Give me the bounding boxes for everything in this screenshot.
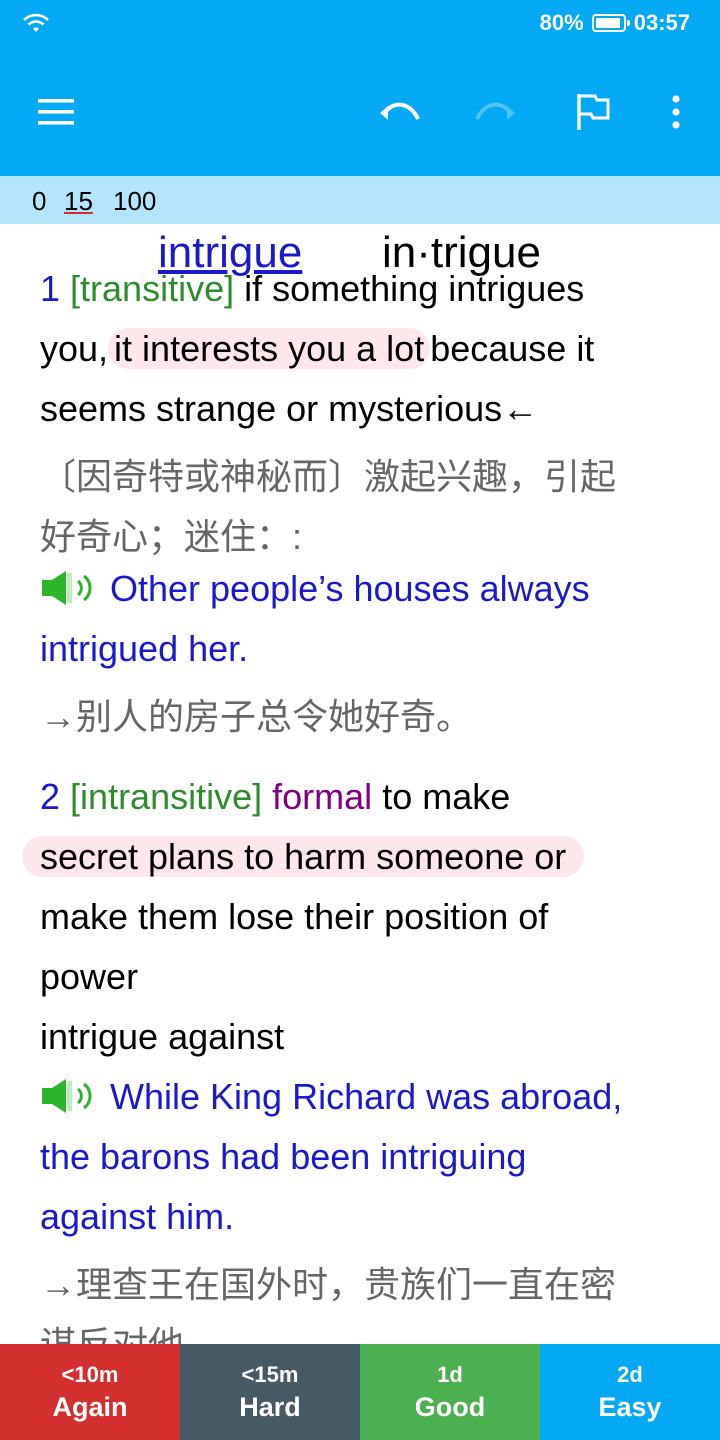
battery-icon — [591, 14, 630, 32]
speaker-icon[interactable] — [40, 1077, 100, 1115]
card-counts: 0 15 100 — [0, 176, 720, 224]
sense-2-example-line2: the barons had been intriguing — [40, 1136, 527, 1177]
redo-icon[interactable] — [470, 87, 520, 137]
card-content[interactable]: intrigue in·trigue 1 [transitive] if som… — [0, 224, 720, 1344]
sense-1-translation-line2: 好奇心；迷住：: — [40, 516, 303, 557]
sense-1-example-translation: →别人的房子总令她好奇。 — [40, 696, 473, 737]
speaker-icon[interactable] — [40, 569, 100, 607]
definition-text: you, — [40, 328, 109, 369]
good-label: Good — [414, 1391, 486, 1422]
good-button[interactable]: 1d Good — [360, 1344, 540, 1440]
sense-1-definition: 1 [transitive] if something intrigues — [40, 268, 584, 310]
definition-text: because it — [430, 328, 595, 369]
app-toolbar — [0, 50, 720, 176]
menu-icon[interactable] — [31, 87, 81, 137]
sense-2-example-translation: →理查王在国外时，贵族们一直在密 — [40, 1264, 617, 1305]
wifi-icon — [23, 13, 49, 32]
undo-icon[interactable] — [375, 87, 425, 137]
again-label: Again — [52, 1391, 128, 1422]
sense-number: 1 — [40, 268, 61, 309]
again-button[interactable]: <10m Again — [0, 1344, 180, 1440]
sense-number: 2 — [40, 776, 61, 817]
sense-1-definition-line3: seems strange or mysterious← — [40, 388, 539, 429]
learning-count: 15 — [64, 186, 93, 216]
definition-text: if something intrigues — [234, 268, 585, 309]
example-text: Other people’s houses always — [110, 568, 590, 609]
flag-icon[interactable] — [568, 87, 618, 137]
sense-1-example: Other people’s houses always — [40, 568, 590, 610]
example-text: While King Richard was abroad, — [110, 1076, 623, 1117]
review-count: 100 — [113, 186, 157, 216]
sense-2-phrase: intrigue against — [40, 1016, 285, 1057]
easy-label: Easy — [598, 1391, 662, 1422]
sense-2-definition-line3: make them lose their position of — [40, 896, 549, 937]
hard-label: Hard — [239, 1391, 301, 1422]
battery-percent: 80% — [539, 10, 584, 35]
new-count: 0 — [32, 186, 47, 216]
sense-1-definition-line2: you, it interests you a lot because it — [40, 328, 594, 370]
highlighted-definition: secret plans to harm someone or — [22, 836, 585, 877]
grammar-label: [intransitive] — [70, 776, 263, 817]
sense-2-definition-line4: power — [40, 956, 139, 997]
hard-button[interactable]: <15m Hard — [180, 1344, 360, 1440]
sense-2-example-line3: against him. — [40, 1196, 235, 1237]
again-interval: <10m — [61, 1361, 119, 1387]
sense-2-definition-line2: secret plans to harm someone or — [22, 836, 585, 878]
sense-2-example-translation-line2: 谋反对他。 — [40, 1316, 220, 1344]
sense-1-translation: 〔因奇特或神秘而〕激起兴趣，引起 — [40, 456, 617, 497]
easy-interval: 2d — [617, 1361, 643, 1387]
register-label: formal — [272, 776, 373, 817]
highlighted-definition: it interests you a lot — [108, 328, 431, 369]
good-interval: 1d — [437, 1361, 463, 1387]
clock: 03:57 — [633, 10, 690, 35]
status-bar: 80% 03:57 — [0, 0, 720, 50]
grammar-label: [transitive] — [70, 268, 235, 309]
answer-buttons: <10m Again <15m Hard 1d Good 2d Easy — [0, 1344, 720, 1440]
sense-2-example: While King Richard was abroad, — [40, 1076, 622, 1118]
definition-text: to make — [382, 776, 511, 817]
more-vert-icon[interactable] — [651, 87, 701, 137]
easy-button[interactable]: 2d Easy — [540, 1344, 720, 1440]
sense-1-example-line2: intrigued her. — [40, 628, 249, 669]
sense-2-definition: 2 [intransitive] formal to make — [40, 776, 510, 818]
hard-interval: <15m — [241, 1361, 299, 1387]
